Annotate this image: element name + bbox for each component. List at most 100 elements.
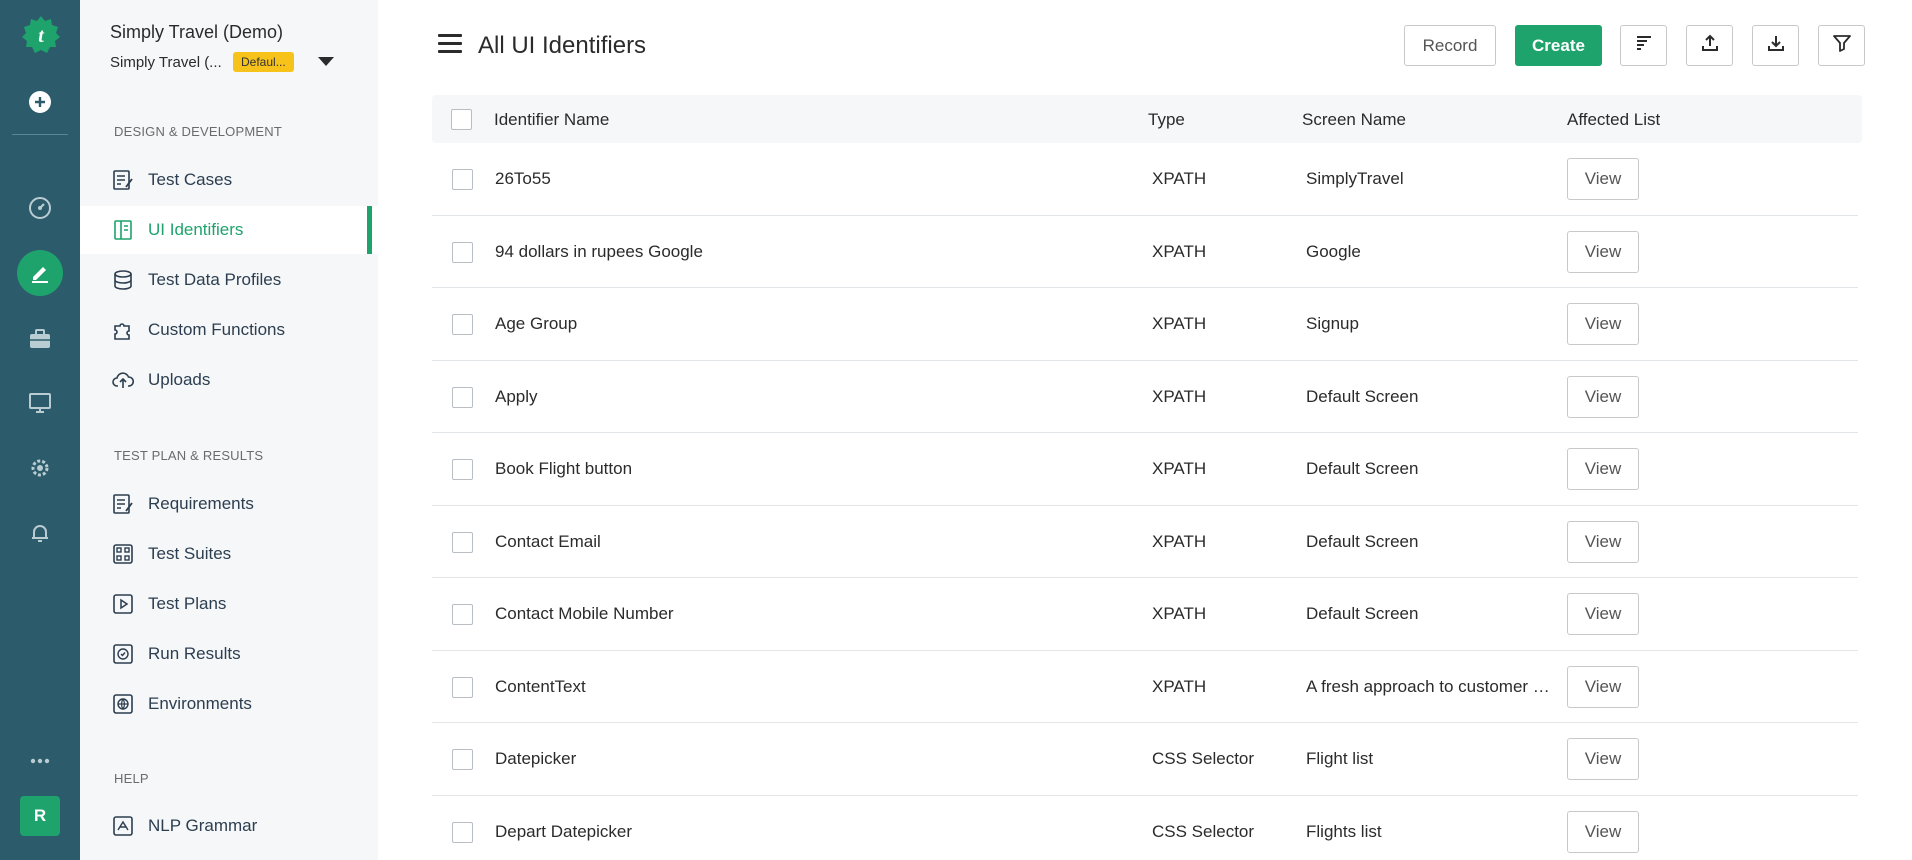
dashboard-icon[interactable] [20,188,60,228]
column-header[interactable]: Identifier Name [494,110,609,130]
identifier-name[interactable]: 26To55 [495,169,1055,189]
identifier-name[interactable]: Depart Datepicker [495,822,1055,842]
row-checkbox[interactable] [452,241,473,263]
nav-item-test-cases[interactable]: Test Cases [80,156,378,204]
identifier-type: XPATH [1152,531,1207,551]
screen-name: Flight list [1306,749,1374,768]
nav-item-label: Requirements [148,494,254,513]
view-affected-list-button[interactable]: View [1567,810,1639,853]
section-heading: TEST PLAN & RESULTS [114,448,264,463]
section-heading: HELP [114,771,149,786]
identifier-name[interactable]: Apply [495,387,1055,407]
row-checkbox[interactable] [452,604,473,625]
row-checkbox[interactable] [452,386,473,408]
identifier-name[interactable]: Book Flight button [495,459,1055,479]
create-button[interactable]: Create [1515,25,1602,66]
select-all-checkbox[interactable] [451,109,472,130]
project-title: Simply Travel (Demo) [110,22,284,42]
edit-icon[interactable] [17,250,63,296]
nav-item-requirements[interactable]: Requirements [80,480,378,528]
main-content: All UI Identifiers Record Create Identif… [378,0,1912,860]
record-button[interactable]: Record [1404,25,1496,66]
nav-item-custom-functions[interactable]: Custom Functions [80,306,378,354]
table-row[interactable]: 94 dollars in rupees Google XPATH Google Vi… [432,216,1858,288]
import-button[interactable] [1752,25,1799,66]
menu-toggle-icon[interactable] [438,34,462,54]
identifier-type: CSS Selector [1152,821,1255,841]
sort-icon [1634,33,1654,58]
nav-item-test-suites[interactable]: Test Suites [80,530,378,578]
monitor-icon[interactable] [20,383,60,423]
screen-name: Default Screen [1306,386,1419,406]
page-title: All UI Identifiers [478,32,647,59]
user-avatar[interactable]: R [20,796,60,836]
nav-item-test-plans[interactable]: Test Plans [80,580,378,628]
identifier-name[interactable]: Contact Mobile Number [495,604,1055,624]
project-selector[interactable]: Simply Travel (... [110,54,222,71]
view-affected-list-button[interactable]: View [1567,738,1639,780]
ui-identifiers-icon [112,219,134,241]
table-row[interactable]: Apply XPATH Default Screen View [432,361,1858,433]
nav-item-nlp-grammar[interactable]: NLP Grammar [80,802,378,850]
table-row[interactable]: Depart Datepicker CSS Selector Flights lis… [432,796,1858,860]
row-checkbox[interactable] [452,169,473,190]
screen-name: A fresh approach to customer en... [1306,676,1558,696]
row-checkbox[interactable] [452,749,473,770]
identifier-name[interactable]: Age Group [495,314,1055,334]
app-rail: t R [0,0,80,860]
more-icon[interactable] [20,741,60,781]
view-affected-list-button[interactable]: View [1567,303,1639,345]
view-affected-list-button[interactable]: View [1567,230,1639,273]
view-affected-list-button[interactable]: View [1567,593,1639,635]
screen-name: SimplyTravel [1306,169,1404,188]
nav-item-run-results[interactable]: Run Results [80,630,378,678]
nav-item-uploads[interactable]: Uploads [80,356,378,404]
view-affected-list-button[interactable]: View [1567,158,1639,200]
nav-item-ui-identifiers[interactable]: UI Identifiers [80,206,378,254]
puzzle-icon [112,319,134,341]
app: t R Simply Travel (Demo) Simply Travel (… [0,0,1912,860]
column-header[interactable]: Screen Name [1302,110,1406,130]
view-affected-list-button[interactable]: View [1567,520,1639,563]
upload-icon [1700,33,1720,58]
row-checkbox[interactable] [452,314,473,335]
table-row[interactable]: 26To55 XPATH SimplyTravel View [432,143,1858,216]
column-header[interactable]: Type [1148,110,1185,130]
briefcase-icon[interactable] [20,319,60,359]
sort-button[interactable] [1620,25,1667,66]
row-checkbox[interactable] [452,821,473,843]
add-icon[interactable] [20,82,60,122]
table-row[interactable]: ContentText XPATH A fresh approach to cust… [432,651,1858,723]
row-checkbox[interactable] [452,459,473,480]
screen-name: Default Screen [1306,531,1419,551]
settings-icon[interactable] [20,448,60,488]
run-results-icon [112,643,134,665]
row-checkbox[interactable] [452,531,473,553]
view-affected-list-button[interactable]: View [1567,448,1639,490]
screen-name: Default Screen [1306,604,1419,623]
table-row[interactable]: Contact Email XPATH Default Screen View [432,506,1858,578]
nav-item-test-data-profiles[interactable]: Test Data Profiles [80,256,378,304]
nav-item-environments[interactable]: Environments [80,680,378,728]
identifier-name[interactable]: Contact Email [495,532,1055,552]
test-cases-icon [112,169,134,191]
view-affected-list-button[interactable]: View [1567,375,1639,418]
table-row[interactable]: Book Flight button XPATH Default Screen Vie… [432,433,1858,506]
export-button[interactable] [1686,25,1733,66]
testsigma-logo-icon[interactable]: t [20,14,62,56]
row-checkbox[interactable] [452,676,473,698]
table-row[interactable]: Age Group XPATH Signup View [432,288,1858,361]
identifier-name[interactable]: 94 dollars in rupees Google [495,242,1055,262]
identifier-name[interactable]: ContentText [495,677,1055,697]
bell-icon[interactable] [20,513,60,553]
identifier-type: CSS Selector [1152,749,1255,768]
nav-sidebar: Simply Travel (Demo) Simply Travel (... … [80,0,378,860]
table-row[interactable]: Contact Mobile Number XPATH Default Screen… [432,578,1858,651]
nav-item-label: UI Identifiers [148,220,244,239]
identifier-type: XPATH [1152,169,1207,188]
filter-button[interactable] [1818,25,1865,66]
chevron-down-icon[interactable] [318,57,334,66]
view-affected-list-button[interactable]: View [1567,665,1639,708]
identifier-name[interactable]: Datepicker [495,749,1055,769]
table-row[interactable]: Datepicker CSS Selector Flight list View [432,723,1858,796]
